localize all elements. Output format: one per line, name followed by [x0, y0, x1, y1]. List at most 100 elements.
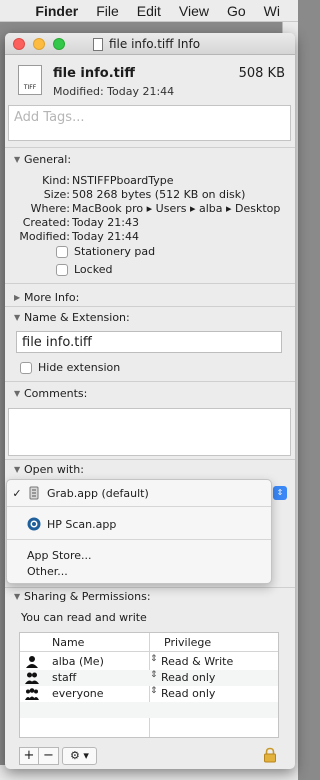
remove-user-button[interactable]: − — [39, 747, 59, 765]
name-extension-header-label: Name & Extension: — [24, 311, 130, 324]
updown-arrows-icon[interactable]: ⇕ — [150, 654, 158, 664]
permissions-toolbar: + − — [19, 747, 59, 765]
lock-icon[interactable] — [262, 747, 278, 763]
table-row[interactable]: everyone ⇕ Read only — [20, 686, 278, 702]
table-row[interactable]: alba (Me) ⇕ Read & Write — [20, 654, 278, 670]
general-row-where: Where: MacBook pro ▸ Users ▸ alba ▸ Desk… — [5, 202, 295, 216]
tags-placeholder: Add Tags... — [14, 110, 85, 125]
close-button[interactable] — [13, 38, 25, 50]
general-header-label: General: — [24, 153, 72, 166]
modified-label: Modified: — [19, 230, 70, 243]
checkbox-box[interactable] — [56, 245, 68, 258]
open-with-dropdown[interactable]: ✓ Grab.app (default) HP Scan.app App Sto… — [6, 479, 272, 584]
divider — [5, 147, 295, 148]
privilege-value[interactable]: Read only — [161, 671, 215, 684]
divider — [5, 306, 295, 307]
kind-value: NSTIFFPboardType — [72, 174, 174, 187]
created-label: Created: — [22, 216, 70, 229]
document-icon — [93, 37, 103, 51]
zoom-button[interactable] — [53, 38, 65, 50]
menu-finder[interactable]: Finder — [35, 3, 78, 19]
modified-value: Today 21:44 — [72, 230, 140, 243]
menu-go[interactable]: Go — [227, 3, 246, 19]
add-user-button[interactable]: + — [19, 747, 39, 765]
window-title-text: file info.tiff Info — [109, 37, 201, 51]
updown-arrows-icon[interactable]: ⇕ — [150, 670, 158, 680]
permissions-table[interactable]: Name Privilege alba (Me) ⇕ Read & Write … — [19, 632, 279, 738]
updown-arrows-icon[interactable]: ⇕ — [150, 686, 158, 696]
open-with-section-header[interactable]: ▼ Open with: — [14, 463, 84, 476]
menu-separator — [7, 506, 271, 507]
sharing-permissions-section-header[interactable]: ▼ Sharing & Permissions: — [14, 590, 151, 603]
menu-bar: Finder File Edit View Go Wi — [0, 0, 298, 22]
user-name: everyone — [52, 687, 104, 700]
hide-extension-checkbox[interactable]: Hide extension — [20, 361, 120, 374]
where-label: Where: — [30, 202, 70, 215]
disclosure-open-icon: ▼ — [14, 465, 21, 474]
disclosure-closed-icon: ▶ — [14, 293, 21, 302]
comments-section-header[interactable]: ▼ Comments: — [14, 387, 87, 400]
privilege-value[interactable]: Read & Write — [161, 655, 233, 668]
more-info-header-label: More Info: — [24, 291, 80, 304]
checkmark-icon: ✓ — [12, 486, 22, 500]
menu-file[interactable]: File — [96, 3, 119, 19]
disclosure-open-icon: ▼ — [14, 155, 21, 164]
locked-checkbox[interactable]: Locked — [56, 263, 112, 276]
file-name-input[interactable]: file info.tiff — [16, 331, 282, 353]
size-value: 508 268 bytes (512 KB on disk) — [72, 188, 246, 201]
general-row-modified: Modified: Today 21:44 — [5, 230, 295, 244]
disclosure-open-icon: ▼ — [14, 313, 21, 322]
open-with-option-other[interactable]: Other... — [7, 565, 271, 578]
created-value: Today 21:43 — [72, 216, 140, 229]
file-size: 508 KB — [238, 66, 285, 81]
user-name: staff — [52, 671, 77, 684]
user-name: alba (Me) — [52, 655, 104, 668]
grab-app-icon — [29, 486, 39, 500]
title-bar[interactable]: file info.tiff Info — [5, 33, 295, 55]
disclosure-open-icon: ▼ — [14, 592, 21, 601]
other-label: Other... — [27, 565, 68, 578]
hp-scan-app-icon — [27, 517, 41, 531]
open-with-option-hp-scan[interactable]: HP Scan.app — [7, 517, 271, 531]
empty-table-row — [20, 702, 278, 718]
stationery-pad-label: Stationery pad — [74, 245, 156, 258]
everyone-icon — [25, 688, 39, 700]
divider — [5, 381, 295, 382]
general-section-header[interactable]: ▼ General: — [14, 153, 71, 166]
tiff-icon-label: TIFF — [23, 84, 37, 91]
tags-field[interactable]: Add Tags... — [8, 105, 291, 141]
minimize-button[interactable] — [33, 38, 45, 50]
menu-edit[interactable]: Edit — [137, 3, 161, 19]
tiff-file-icon: TIFF — [18, 65, 42, 95]
size-label: Size: — [43, 188, 70, 201]
column-header-name[interactable]: Name — [52, 636, 84, 649]
where-value: MacBook pro ▸ Users ▸ alba ▸ Desktop — [72, 202, 281, 215]
open-with-option-app-store[interactable]: App Store... — [7, 549, 271, 562]
general-row-size: Size: 508 268 bytes (512 KB on disk) — [5, 188, 295, 202]
checkbox-box[interactable] — [56, 263, 68, 276]
divider — [5, 587, 295, 588]
menu-window[interactable]: Wi — [264, 3, 280, 19]
user-icon — [26, 656, 38, 668]
stationery-pad-checkbox[interactable]: Stationery pad — [56, 245, 155, 258]
menu-view[interactable]: View — [179, 3, 209, 19]
table-row[interactable]: staff ⇕ Read only — [20, 670, 278, 686]
file-modified: Modified: Today 21:44 — [53, 85, 175, 98]
open-with-popup-arrows-icon[interactable]: ⇕ — [273, 486, 287, 500]
divider — [5, 459, 295, 460]
sharing-permissions-header-label: Sharing & Permissions: — [24, 590, 151, 603]
comments-textarea[interactable] — [8, 408, 291, 456]
window-title: file info.tiff Info — [93, 37, 200, 51]
privilege-value[interactable]: Read only — [161, 687, 215, 700]
column-header-privilege[interactable]: Privilege — [164, 636, 211, 649]
name-extension-section-header[interactable]: ▼ Name & Extension: — [14, 311, 130, 324]
gear-menu-button[interactable]: ⚙ ▾ — [62, 747, 97, 765]
kind-label: Kind: — [42, 174, 70, 187]
checkbox-box[interactable] — [20, 361, 32, 374]
app-store-label: App Store... — [27, 549, 92, 562]
general-row-kind: Kind: NSTIFFPboardType — [5, 174, 295, 188]
comments-header-label: Comments: — [24, 387, 88, 400]
more-info-section-header[interactable]: ▶ More Info: — [14, 291, 79, 304]
locked-label: Locked — [74, 263, 113, 276]
open-with-option-grab[interactable]: ✓ Grab.app (default) — [7, 486, 271, 500]
